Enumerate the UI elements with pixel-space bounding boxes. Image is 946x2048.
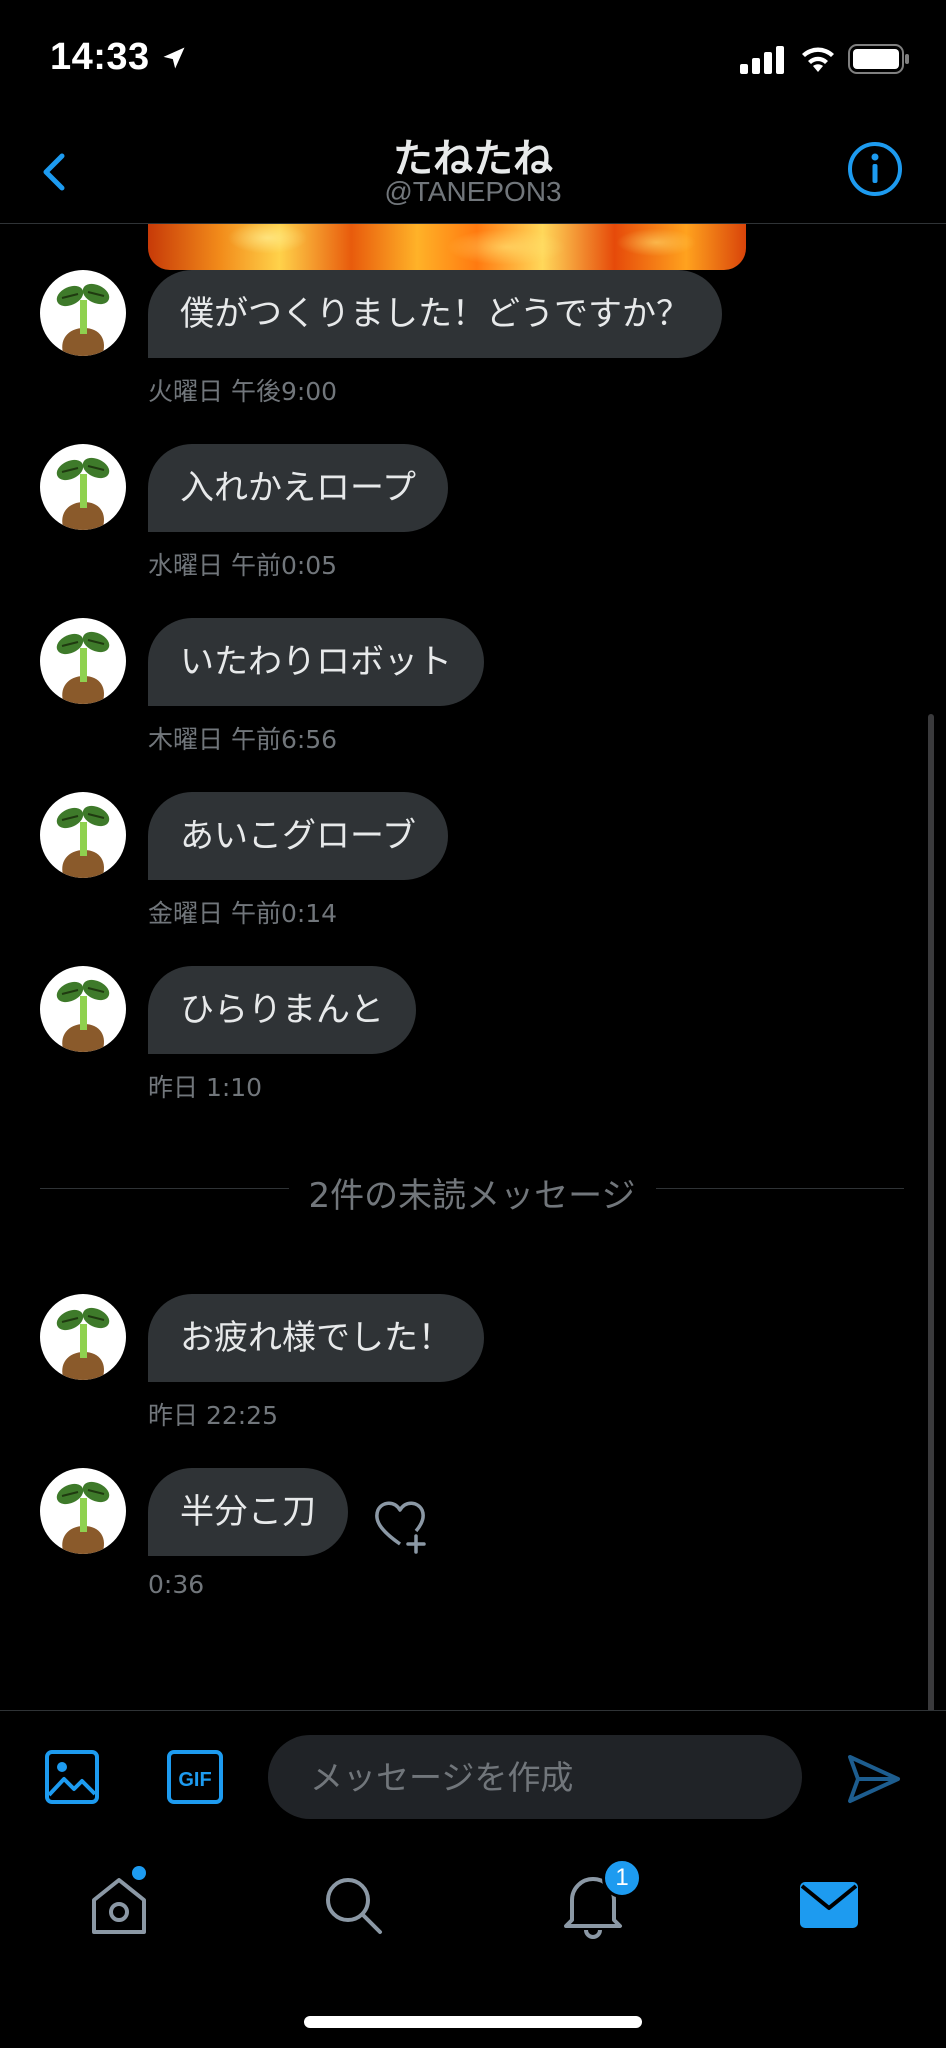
- sprout-avatar-icon: [56, 805, 110, 878]
- tab-home[interactable]: [84, 1870, 154, 1940]
- message-composer: GIF: [0, 1710, 946, 1840]
- avatar[interactable]: [40, 270, 126, 356]
- message-timestamp: 木曜日 午前6:56: [148, 725, 338, 754]
- message-timestamp: 0:36: [148, 1570, 205, 1599]
- message-timestamp: 金曜日 午前0:14: [148, 899, 338, 928]
- message-bubble[interactable]: ひらりまんと: [148, 966, 416, 1054]
- unread-divider-text: 2件の未読メッセージ: [288, 1176, 656, 1216]
- gif-label: GIF: [178, 1769, 211, 1791]
- sprout-avatar-icon: [56, 1307, 110, 1380]
- gif-icon: GIF: [167, 1750, 223, 1804]
- sprout-avatar-icon: [56, 457, 110, 530]
- notification-badge: 1: [602, 1858, 642, 1898]
- message-timestamp: 火曜日 午後9:00: [148, 377, 338, 406]
- conversation-header: たねたね @TANEPON3: [0, 118, 946, 224]
- message-bubble[interactable]: お疲れ様でした！: [148, 1294, 484, 1382]
- message-bubble[interactable]: 僕がつくりました！どうですか？: [148, 270, 722, 358]
- avatar[interactable]: [40, 792, 126, 878]
- message-input[interactable]: [268, 1735, 802, 1819]
- wifi-icon: [802, 47, 834, 72]
- gif-button[interactable]: GIF: [166, 1749, 224, 1805]
- heart-plus-icon[interactable]: [370, 1494, 430, 1554]
- status-bar: 14:33: [0, 0, 946, 118]
- sprout-avatar-icon: [56, 631, 110, 704]
- avatar[interactable]: [40, 1294, 126, 1380]
- sprout-avatar-icon: [56, 979, 110, 1052]
- sprout-avatar-icon: [56, 1481, 110, 1554]
- unread-divider-label: 2件の未読メッセージ: [40, 1168, 904, 1217]
- image-attachment[interactable]: [148, 224, 746, 270]
- message-timestamp: 昨日 22:25: [148, 1401, 278, 1430]
- home-indicator: [304, 2016, 642, 2028]
- tab-search[interactable]: [318, 1870, 388, 1940]
- send-icon[interactable]: [846, 1751, 902, 1807]
- unread-divider: 2件の未読メッセージ: [40, 1168, 904, 1216]
- tab-messages[interactable]: [794, 1870, 864, 1940]
- message-timestamp: 水曜日 午前0:05: [148, 551, 338, 580]
- message-bubble[interactable]: 入れかえロープ: [148, 444, 448, 532]
- status-time: 14:33: [50, 36, 150, 78]
- info-button[interactable]: [846, 140, 904, 198]
- message-bubble[interactable]: いたわりロボット: [148, 618, 484, 706]
- avatar[interactable]: [40, 966, 126, 1052]
- avatar[interactable]: [40, 1468, 126, 1554]
- message-list[interactable]: 僕がつくりました！どうですか？ 火曜日 午後9:00 入れかえロープ 水曜日 午…: [0, 224, 946, 1710]
- conversation-handle[interactable]: @TANEPON3: [0, 176, 946, 208]
- cellular-signal-icon: [740, 46, 784, 74]
- location-arrow-icon: [163, 47, 185, 69]
- image-icon[interactable]: [44, 1749, 100, 1805]
- sprout-avatar-icon: [56, 283, 110, 356]
- scrollbar[interactable]: [928, 714, 934, 1710]
- message-timestamp: 昨日 1:10: [148, 1073, 263, 1102]
- home-new-indicator: [132, 1866, 146, 1880]
- battery-icon: [848, 44, 909, 74]
- avatar[interactable]: [40, 618, 126, 704]
- message-bubble[interactable]: 半分こ刀: [148, 1468, 348, 1556]
- message-bubble[interactable]: あいこグローブ: [148, 792, 448, 880]
- avatar[interactable]: [40, 444, 126, 530]
